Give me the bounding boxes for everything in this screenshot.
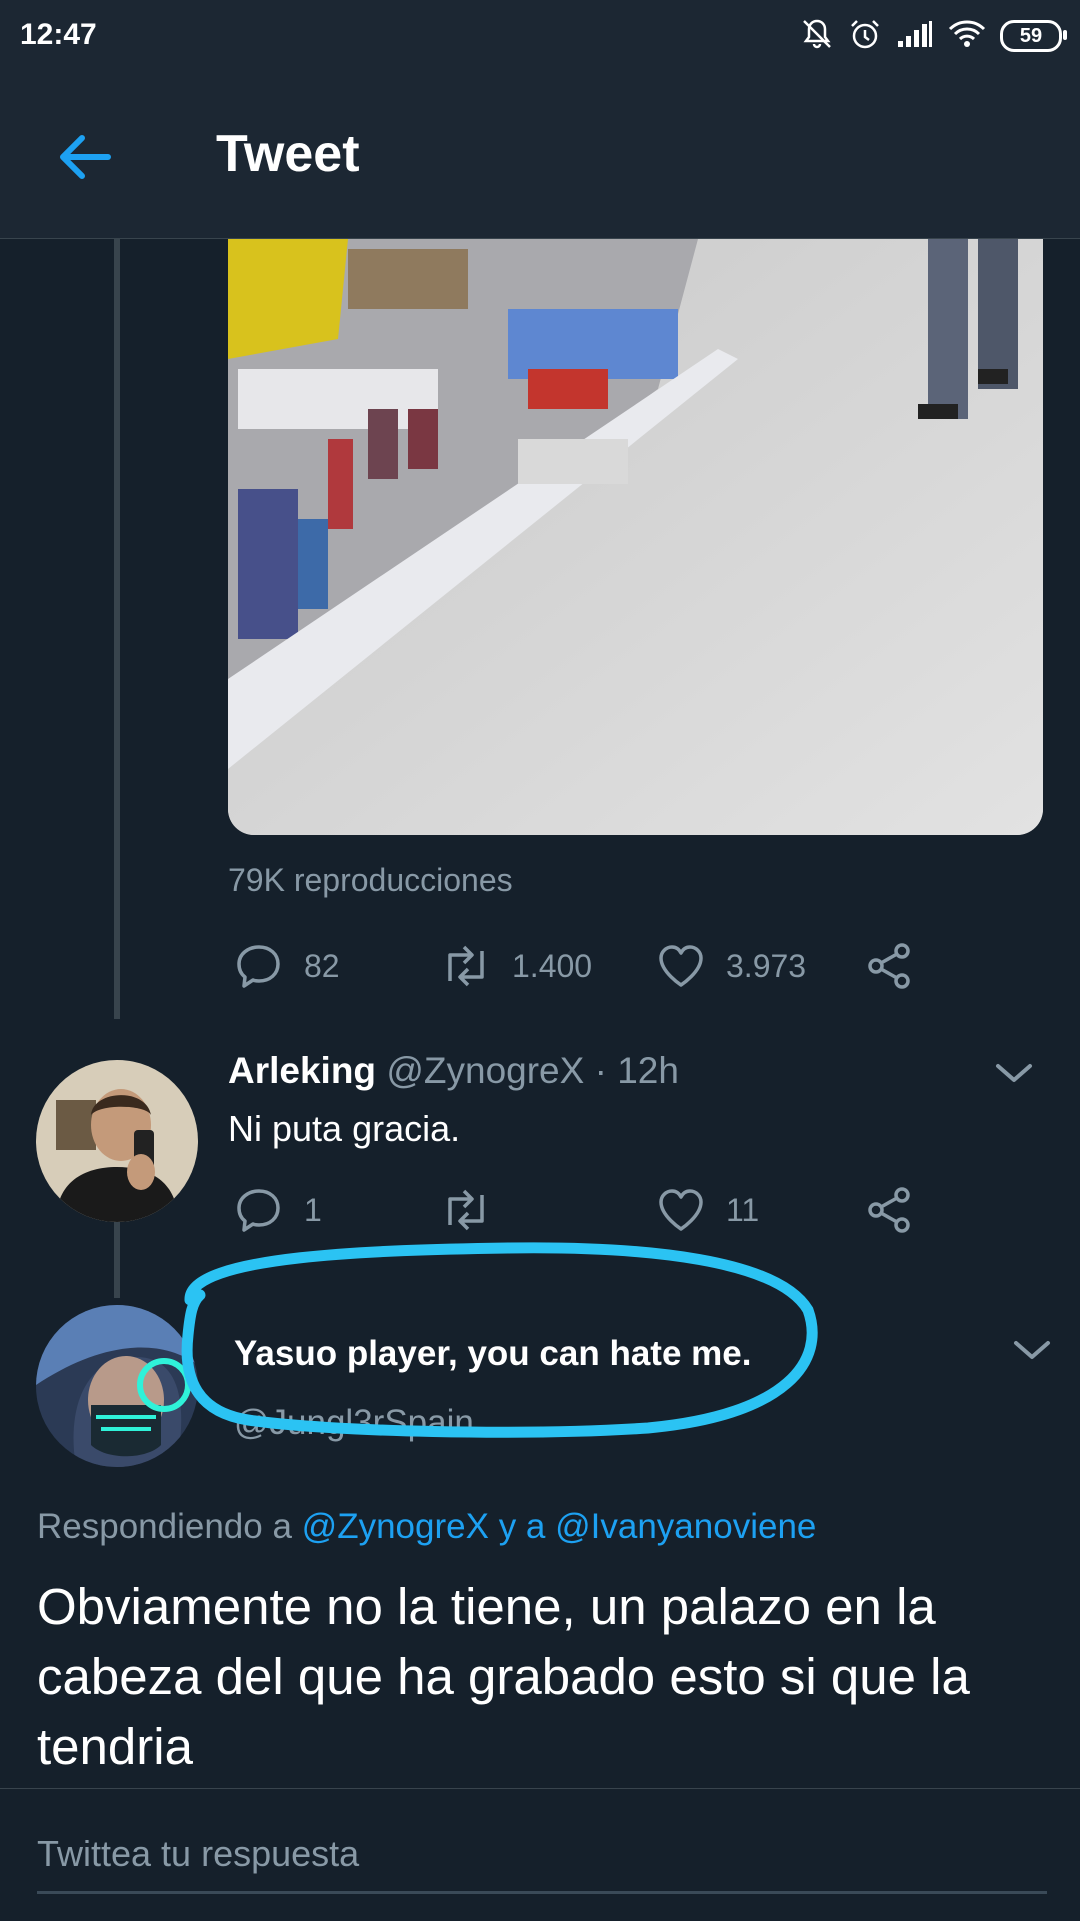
retweet-button[interactable] — [440, 1180, 492, 1240]
like-count: 11 — [726, 1191, 760, 1228]
reply-tweet-actions: 1 11 — [228, 1180, 948, 1240]
reply-author-line: Arleking @ZynogreX · 12h — [228, 1050, 679, 1092]
thread-connector-line — [114, 239, 120, 1019]
author-handle[interactable]: @Jungl3rSpain — [234, 1403, 474, 1443]
video-frame — [228, 239, 1043, 835]
avatar-artwork — [36, 1305, 198, 1467]
reply-tweet-text: Ni puta gracia. — [228, 1108, 461, 1149]
avatar[interactable] — [36, 1305, 198, 1467]
like-button[interactable]: 3.973 — [656, 936, 806, 996]
video-player[interactable] — [228, 239, 1043, 835]
thread-connector-line — [114, 1222, 120, 1298]
mention-link[interactable]: @Ivanyanoviene — [555, 1507, 816, 1546]
reply-count: 1 — [304, 1191, 322, 1228]
replying-to-line: Respondiendo a @ZynogreX y a @Ivanyanovi… — [37, 1507, 816, 1547]
mention-link[interactable]: @ZynogreX — [302, 1507, 489, 1546]
replying-to-label: Respondiendo a — [37, 1507, 292, 1546]
share-button[interactable] — [864, 1180, 914, 1240]
retweet-icon — [440, 1185, 492, 1235]
share-icon — [864, 1185, 914, 1235]
chevron-down-icon — [1010, 1341, 1054, 1369]
tweet-options-button[interactable] — [1010, 1335, 1070, 1385]
retweet-count: 1.400 — [512, 947, 593, 984]
timestamp: 12h — [617, 1050, 679, 1091]
tweet-text: Obviamente no la tiene, un palazo en la … — [37, 1578, 970, 1775]
back-button[interactable] — [50, 122, 120, 192]
author-display-name[interactable]: Arleking — [228, 1050, 376, 1091]
reply-icon — [234, 1185, 284, 1235]
mute-icon — [800, 17, 834, 56]
reply-compose-bar: Twittea tu respuesta — [0, 1788, 1080, 1921]
author-display-name[interactable]: Yasuo player, you can hate me. — [234, 1334, 751, 1374]
author-handle[interactable]: @ZynogreX — [386, 1050, 584, 1091]
like-button[interactable]: 11 — [656, 1180, 759, 1240]
like-count: 3.973 — [726, 947, 807, 984]
view-count: 79K reproducciones — [228, 862, 513, 898]
avatar-photo — [36, 1060, 198, 1222]
battery-indicator: 59 — [1000, 20, 1067, 52]
separator: · — [594, 1050, 607, 1091]
status-bar: 12:47 59 — [0, 0, 1080, 72]
retweet-button[interactable]: 1.400 — [440, 936, 592, 996]
main-tweet-actions: 82 1.400 3.973 — [228, 936, 948, 996]
mention-conjunction: y a — [498, 1507, 546, 1546]
avatar[interactable] — [36, 1060, 198, 1222]
wifi-icon — [948, 19, 986, 54]
status-time: 12:47 — [20, 18, 97, 51]
tweet-options-button[interactable] — [992, 1058, 1052, 1108]
arrow-left-icon — [50, 135, 120, 196]
signal-icon — [896, 19, 934, 54]
reply-button[interactable]: 1 — [234, 1180, 322, 1240]
page-title: Tweet — [216, 125, 360, 183]
heart-icon — [656, 1185, 706, 1235]
alarm-icon — [848, 17, 882, 56]
top-app-bar: Tweet — [0, 72, 1080, 239]
reply-count: 82 — [304, 947, 340, 984]
share-icon — [864, 941, 914, 991]
retweet-icon — [440, 941, 492, 991]
reply-icon — [234, 941, 284, 991]
heart-icon — [656, 941, 706, 991]
reply-input[interactable]: Twittea tu respuesta — [37, 1833, 1047, 1894]
status-icons: 59 — [800, 16, 1067, 56]
chevron-down-icon — [992, 1064, 1036, 1092]
share-button[interactable] — [864, 936, 914, 996]
reply-button[interactable]: 82 — [234, 936, 340, 996]
